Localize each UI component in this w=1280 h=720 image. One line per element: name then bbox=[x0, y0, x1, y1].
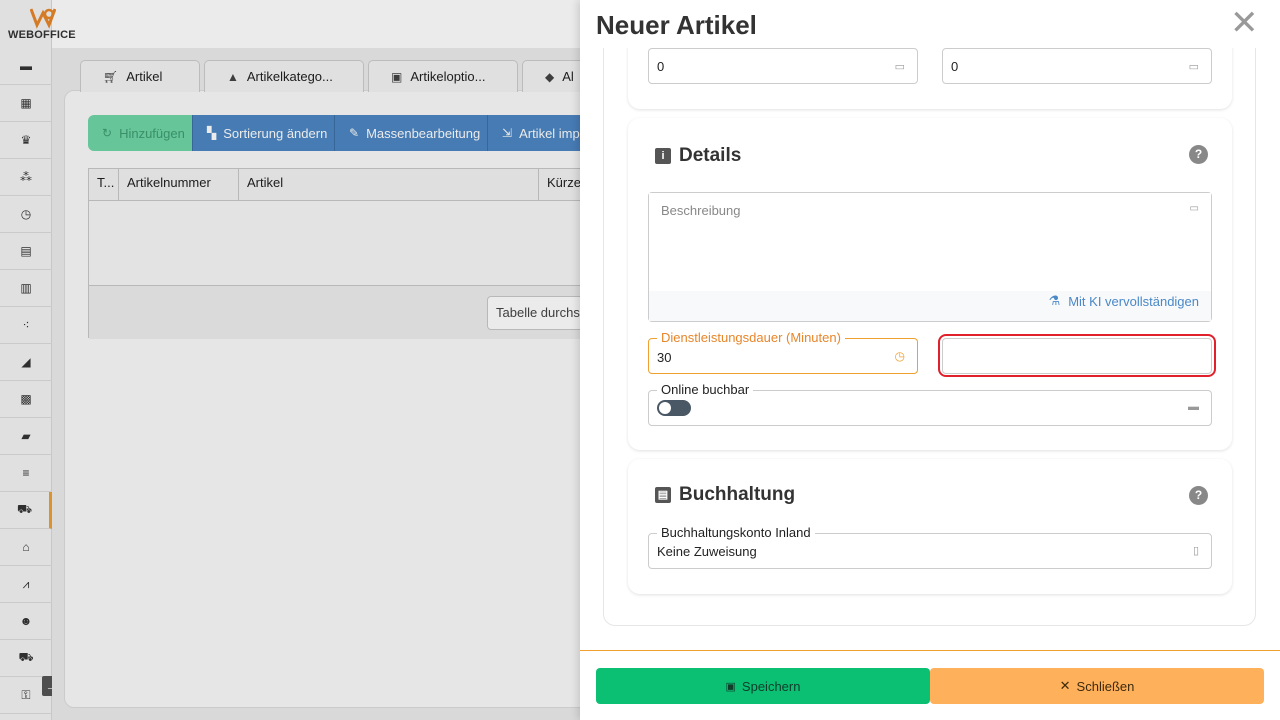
price-card: 0 ▭ 0 ▭ bbox=[628, 48, 1232, 109]
details-card: i Details ? Beschreibung ▭ ⚗ Mit KI vervol… bbox=[628, 118, 1232, 450]
inbox-icon: ▬ bbox=[1188, 401, 1199, 413]
info-icon: i bbox=[655, 148, 671, 164]
close-button[interactable]: ✕ Schließen bbox=[930, 668, 1264, 704]
accounting-card: ▤ Buchhaltung ? Buchhaltungskonto Inland … bbox=[628, 459, 1232, 594]
account-label: Buchhaltungskonto Inland bbox=[657, 525, 815, 540]
drawer-footer: ▣ Speichern ✕ Schließen bbox=[580, 650, 1280, 720]
close-label: Schließen bbox=[1076, 678, 1135, 694]
ai-complete-link[interactable]: ⚗ Mit KI vervollständigen bbox=[1049, 293, 1199, 309]
price-field-right[interactable]: 0 ▭ bbox=[942, 48, 1212, 84]
new-article-drawer: Neuer Artikel ✕ 0 ▭ 0 ▭ i Details ? Besc… bbox=[580, 0, 1280, 720]
comment-icon: ▭ bbox=[1189, 203, 1199, 214]
document-icon: ▯ bbox=[1192, 545, 1199, 557]
ai-flask-icon: ⚗ bbox=[1048, 293, 1061, 308]
online-bookable-toggle[interactable] bbox=[657, 400, 691, 416]
price-value-right: 0 bbox=[951, 59, 959, 74]
details-title: i Details bbox=[655, 145, 741, 167]
price-value-left: 0 bbox=[657, 59, 665, 74]
help-icon[interactable]: ? bbox=[1189, 486, 1208, 505]
app: ▬▦♛⁂◷▤▥⁖◢▩▰≡⛟⌂⩘☻⛟⚿ WEBOFFICE → 🛒︎Artikel… bbox=[0, 0, 1280, 720]
online-bookable-label: Online buchbar bbox=[657, 382, 754, 397]
modal-overlay[interactable] bbox=[0, 0, 580, 720]
account-value: Keine Zuweisung bbox=[657, 544, 757, 559]
money-icon: ▭ bbox=[1188, 61, 1199, 73]
help-icon[interactable]: ? bbox=[1189, 145, 1208, 164]
online-bookable-field[interactable]: Online buchbar ▬ bbox=[648, 382, 1212, 426]
accounting-title: ▤ Buchhaltung bbox=[655, 484, 795, 506]
ai-complete-label: Mit KI vervollständigen bbox=[1068, 293, 1199, 309]
price-field-left[interactable]: 0 ▭ bbox=[648, 48, 918, 84]
account-select[interactable]: Buchhaltungskonto Inland Keine Zuweisung… bbox=[648, 525, 1212, 569]
close-icon[interactable]: ✕ bbox=[1230, 6, 1259, 40]
details-title-text: Details bbox=[679, 145, 742, 166]
save-label: Speichern bbox=[741, 678, 801, 694]
clock-icon: ◷ bbox=[894, 349, 905, 363]
file-icon: ▤ bbox=[655, 487, 671, 503]
highlight-box bbox=[938, 334, 1216, 377]
accounting-title-text: Buchhaltung bbox=[679, 484, 796, 505]
close-icon: ✕ bbox=[1059, 678, 1071, 693]
duration-value: 30 bbox=[657, 350, 672, 365]
drawer-scroll-area[interactable]: 0 ▭ 0 ▭ i Details ? Beschreibung ▭ ⚗ Mit K… bbox=[580, 48, 1280, 650]
drawer-title: Neuer Artikel bbox=[596, 10, 757, 40]
save-button[interactable]: ▣ Speichern bbox=[596, 668, 930, 704]
duration-label: Dienstleistungsdauer (Minuten) bbox=[657, 330, 845, 345]
floppy-disk-icon: ▣ bbox=[725, 680, 736, 693]
money-icon: ▭ bbox=[894, 61, 905, 73]
description-textarea[interactable]: Beschreibung ▭ ⚗ Mit KI vervollständigen bbox=[648, 192, 1212, 322]
description-placeholder: Beschreibung bbox=[661, 203, 741, 218]
duration-field[interactable]: Dienstleistungsdauer (Minuten) 30 ◷ bbox=[648, 330, 918, 374]
